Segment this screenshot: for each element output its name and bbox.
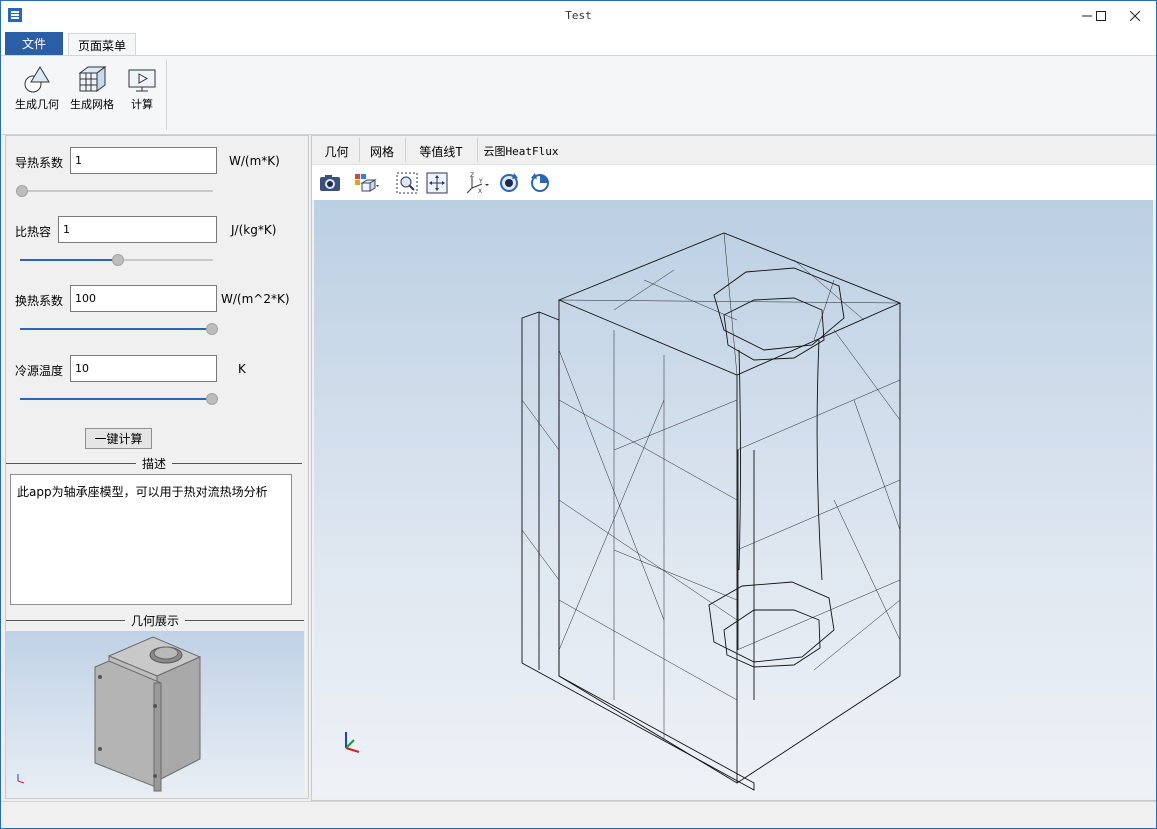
convection-unit: W/(m^2*K) [221,292,290,306]
geometry-preview[interactable] [6,631,304,797]
slider-thumb[interactable] [111,254,124,266]
view-orientation-button[interactable]: ZYX [464,171,490,195]
tab-geometry[interactable]: 几何 [315,140,358,162]
gen-geometry-label: 生成几何 [15,98,59,111]
rotate-cw-button[interactable] [496,171,522,195]
specific-heat-unit: J/(kg*K) [231,223,277,237]
zoom-window-button[interactable] [394,171,420,195]
3d-viewport[interactable] [314,200,1153,797]
rotate-ccw-button[interactable] [527,171,553,195]
conductivity-input[interactable] [70,147,217,174]
specific-heat-input[interactable] [58,216,217,243]
maximize-button[interactable] [1084,1,1118,31]
display-mode-icon [355,174,379,192]
fit-all-button[interactable] [424,171,450,195]
close-button[interactable] [1118,1,1152,31]
bearing-block-preview-image [17,636,202,792]
svg-text:X: X [478,188,482,194]
tab-mesh[interactable]: 网格 [360,140,404,162]
ribbon: 生成几何 生成网格 计算 [1,55,1156,135]
zoom-window-icon [396,172,418,194]
slider-thumb[interactable] [16,185,28,197]
conductivity-unit: W/(m*K) [229,154,280,168]
svg-text:Y: Y [478,178,483,185]
window-title: Test [565,9,592,22]
cold-temp-unit: K [238,362,246,376]
cold-temp-label: 冷源温度 [15,364,64,378]
camera-icon [320,175,340,191]
slider-thumb[interactable] [206,323,218,335]
geometry-preview-header: 几何展示 [6,612,304,629]
convection-slider[interactable] [20,323,218,335]
monitor-play-icon [128,69,156,92]
file-menu-tab[interactable]: 文件 [5,32,63,55]
rotate-counterclockwise-icon [531,173,549,192]
parameter-panel: 导热系数 W/(m*K) 比热容 J/(kg*K) 换热系数 W/(m^2*K)… [5,135,309,799]
geometry-preview-label: 几何展示 [124,612,186,629]
compute-label: 计算 [131,98,153,111]
viewer-panel: 几何 网格 等值线T 云图HeatFlux ZYX [311,135,1156,801]
status-bar [1,801,1156,828]
slider-thumb[interactable] [206,393,218,405]
cold-temp-slider[interactable] [20,393,218,405]
convection-input[interactable] [70,285,217,312]
gen-mesh-button[interactable]: 生成网格 [70,64,114,112]
tab-contour-t[interactable]: 等值线T [406,140,476,162]
axis-triad-icon [17,774,25,784]
compute-button[interactable]: 计算 [127,64,157,112]
axis-orientation-icon: ZYX [466,172,489,194]
description-header-label: 描述 [135,455,173,472]
viewer-toolbar: ZYX [312,164,1156,200]
conductivity-label: 导热系数 [15,156,64,170]
title-bar: Test [1,1,1156,31]
description-text[interactable]: 此app为轴承座模型，可以用于热对流热场分析 [10,474,292,605]
ribbon-separator [166,60,167,130]
svg-text:Z: Z [470,172,474,179]
close-icon [1130,11,1140,21]
view-tabs: 几何 网格 等值线T 云图HeatFlux [312,136,1156,164]
axis-triad-icon [345,732,360,753]
specific-heat-slider[interactable] [20,254,213,266]
mesh-cube-icon [78,66,107,92]
geometry-icon [24,66,50,93]
menu-bar: 文件 页面菜单 [1,31,1156,56]
rotate-clockwise-icon [500,173,518,192]
screenshot-button[interactable] [317,171,343,195]
page-menu-tab[interactable]: 页面菜单 [68,33,136,56]
specific-heat-label: 比热容 [15,225,52,239]
convection-label: 换热系数 [15,294,64,308]
mesh-wireframe [345,232,902,791]
gen-geometry-button[interactable]: 生成几何 [15,64,59,112]
display-mode-button[interactable] [354,171,380,195]
tab-cloud-heatflux[interactable]: 云图HeatFlux [478,140,564,162]
description-header: 描述 [6,455,302,472]
fit-all-icon [426,172,448,194]
conductivity-slider[interactable] [16,185,213,197]
one-click-compute-button[interactable]: 一键计算 [85,428,152,449]
app-window: Test 文件 页面菜单 生成几何 生成网格 计算 导热系数 1 W/(m*K)… [0,0,1157,829]
cold-temp-input[interactable] [70,355,217,382]
gen-mesh-label: 生成网格 [70,98,114,111]
maximize-icon [1096,11,1106,21]
